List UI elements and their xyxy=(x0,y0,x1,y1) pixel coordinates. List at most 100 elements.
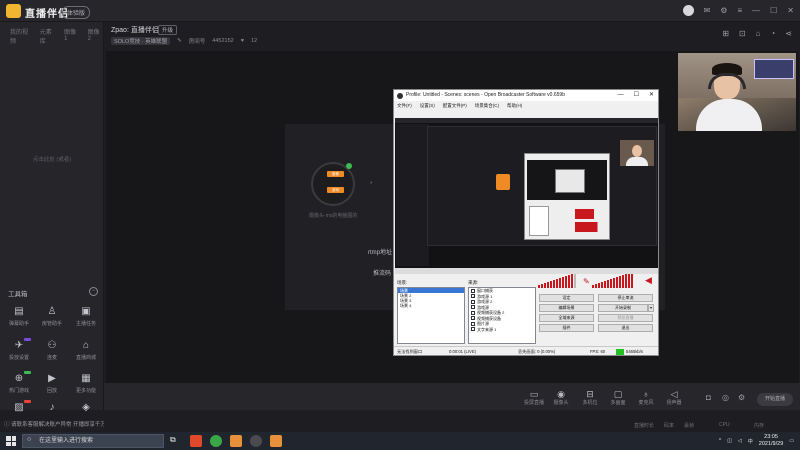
tool-label: 投放设置 xyxy=(8,355,29,361)
maximize-icon[interactable]: ☐ xyxy=(770,6,777,16)
minimize-icon[interactable]: — xyxy=(752,6,760,16)
toolbox-more-icon[interactable]: − xyxy=(89,287,98,296)
cast-button[interactable]: ▭ 投屏直播 xyxy=(520,389,548,406)
tool-promote[interactable]: ✈ 投放设置 xyxy=(4,338,34,361)
tool-replay[interactable]: ▶ 回放 xyxy=(37,373,67,394)
obs-window[interactable]: Profile: Untitled - Scenes: scenes - Ope… xyxy=(393,89,659,356)
taskbar-app-icon[interactable] xyxy=(190,435,202,447)
notification-icon[interactable]: ▭ xyxy=(789,438,794,444)
taskbar-obs-icon[interactable] xyxy=(250,435,262,447)
sources-list[interactable]: 窗口捕获 ✓ 游戏源 1 游戏源 2 游戏源 视频捕获设备 2 ✓ 视频捕获设备 图… xyxy=(468,287,536,344)
checkbox[interactable] xyxy=(471,288,475,293)
obs-plugins-button[interactable]: 插件 xyxy=(539,324,594,332)
windows-start-icon[interactable] xyxy=(6,436,16,446)
obs-record-dropdown-icon[interactable]: ▾ xyxy=(648,304,654,312)
obs-menu-item[interactable]: 场景集合(C) xyxy=(475,101,499,110)
multi-camera-button[interactable]: ⊟ 多机位 xyxy=(576,389,604,406)
gift-icon[interactable]: ⊞ xyxy=(722,29,729,39)
info-icon: ⓘ xyxy=(4,422,12,428)
microphone-toggle[interactable]: ♁ 麦克风 xyxy=(632,389,660,406)
taskbar-chrome-icon[interactable] xyxy=(210,435,222,447)
obs-logo-icon xyxy=(397,93,403,99)
scene-item[interactable]: 场景 4 xyxy=(398,303,464,308)
speaker-icon[interactable]: ◀ xyxy=(645,275,652,286)
avatar-icon[interactable] xyxy=(682,5,694,16)
mic-volume-meter[interactable] xyxy=(538,274,576,288)
tool-link-mic[interactable]: ⚇ 连麦 xyxy=(37,340,67,361)
bell-icon[interactable]: ◔ xyxy=(770,29,775,39)
game-button[interactable]: 游戏 xyxy=(327,187,344,193)
obs-settings-button[interactable]: 设定 xyxy=(539,294,594,302)
obs-close-icon[interactable]: ✕ xyxy=(649,91,654,100)
tool-image[interactable]: ▨ xyxy=(4,400,34,416)
tool-box[interactable]: ◈ xyxy=(71,402,101,416)
tool-more[interactable]: ▦ 更多功能 xyxy=(71,373,101,394)
message-icon[interactable]: ✉ xyxy=(704,6,711,16)
sidebar-tab[interactable]: 元素库 xyxy=(40,27,56,45)
tool-shop[interactable]: ⌂ 直播商城 xyxy=(71,340,101,361)
tray-up-icon[interactable]: ^ xyxy=(719,438,721,444)
obs-preview-button[interactable]: 预览直播 xyxy=(598,314,653,322)
obs-exit-button[interactable]: 退出 xyxy=(598,324,653,332)
multi-screen-button[interactable]: ▢ 多画面 xyxy=(604,389,632,406)
record-icon[interactable]: ◘ xyxy=(706,393,711,403)
tool-label: 直播商城 xyxy=(75,355,96,361)
speaker-toggle[interactable]: ◁ 扬声器 xyxy=(660,389,688,406)
sidebar-tab[interactable]: 我的视频 xyxy=(10,27,32,45)
eye-icon[interactable]: ◎ xyxy=(722,393,729,403)
menu-icon[interactable]: ≡ xyxy=(737,6,742,16)
ime-icon[interactable]: 中 xyxy=(748,438,753,445)
obs-edit-scene-button[interactable]: 编辑场景 xyxy=(539,304,594,312)
tool-danmaku[interactable]: ▤ 弹幕助手 xyxy=(4,306,34,327)
share-icon[interactable]: ⋖ xyxy=(785,29,792,39)
desktop-volume-meter[interactable] xyxy=(592,274,633,288)
camera-button[interactable]: 摄像 xyxy=(327,171,344,177)
checkbox[interactable] xyxy=(471,305,475,310)
obs-record-button[interactable]: 开始录制 xyxy=(598,304,648,312)
checkbox[interactable] xyxy=(471,299,475,304)
tool-room-admin[interactable]: ♙ 房管助手 xyxy=(37,306,67,327)
tool-games[interactable]: ⊕ 热门游戏 xyxy=(4,371,34,394)
obs-menu-item[interactable]: 设置(S) xyxy=(420,101,435,110)
network-icon[interactable]: ◫ xyxy=(727,438,732,444)
upgrade-tag[interactable]: 升级 xyxy=(158,25,178,35)
obs-maximize-icon[interactable]: ☐ xyxy=(634,91,639,100)
tool-music[interactable]: ♪ xyxy=(37,402,67,416)
taskbar-app-icon[interactable] xyxy=(270,435,282,447)
close-icon[interactable]: ✕ xyxy=(787,6,794,16)
obs-global-sources-button[interactable]: 全域来源 xyxy=(539,314,594,322)
tool-tasks[interactable]: ▣ 主播任务 xyxy=(71,306,101,327)
obs-stop-stream-button[interactable]: 停止串流 xyxy=(598,294,653,302)
checkbox[interactable] xyxy=(471,310,475,315)
system-clock[interactable]: 23:05 2021/9/29 xyxy=(759,434,783,448)
home-icon[interactable]: ⌂ xyxy=(756,29,761,39)
checkbox[interactable]: ✓ xyxy=(471,294,475,299)
mic-icon[interactable]: ✎ xyxy=(583,277,590,286)
volume-icon[interactable]: ◁ xyxy=(738,438,742,444)
new-badge xyxy=(24,338,31,341)
start-live-button[interactable]: 开始直播 xyxy=(757,393,793,406)
checkbox[interactable] xyxy=(471,327,475,332)
taskbar-search-input[interactable]: 在这里输入进行搜索 xyxy=(22,434,164,448)
bottom-settings-icon[interactable]: ⚙ xyxy=(738,393,745,403)
sidebar-tab[interactable]: 图像 1 xyxy=(64,27,79,45)
obs-menu-item[interactable]: 帮助(H) xyxy=(507,101,522,110)
edit-icon[interactable]: ✎ xyxy=(177,38,182,44)
webcam-overlay[interactable] xyxy=(678,53,796,131)
plus-icon[interactable]: • xyxy=(370,180,372,187)
settings-icon[interactable]: ⚙ xyxy=(720,6,727,16)
checkbox[interactable]: ✓ xyxy=(471,316,475,321)
toolbox-title: 工具箱 xyxy=(8,291,28,298)
scenes-list[interactable]: 场景 场景 2 场景 3 场景 4 xyxy=(397,287,465,344)
lock-icon[interactable]: ⊡ xyxy=(739,29,746,39)
sidebar-tab[interactable]: 图像 2 xyxy=(88,27,103,45)
checkbox[interactable] xyxy=(471,321,475,326)
camera-toggle[interactable]: ◉ 摄像头 xyxy=(547,389,575,406)
obs-menu-item[interactable]: 文件(F) xyxy=(397,101,412,110)
task-view-icon[interactable]: ⧉ xyxy=(170,435,176,445)
source-item[interactable]: 文字来源 1 xyxy=(469,327,535,333)
obs-minimize-icon[interactable]: — xyxy=(618,91,624,100)
obs-menu-item[interactable]: 配置文件(P) xyxy=(443,101,467,110)
category-chip[interactable]: SOLO竞技 · 英雄联盟 xyxy=(111,37,171,45)
taskbar-app-icon[interactable] xyxy=(230,435,242,447)
